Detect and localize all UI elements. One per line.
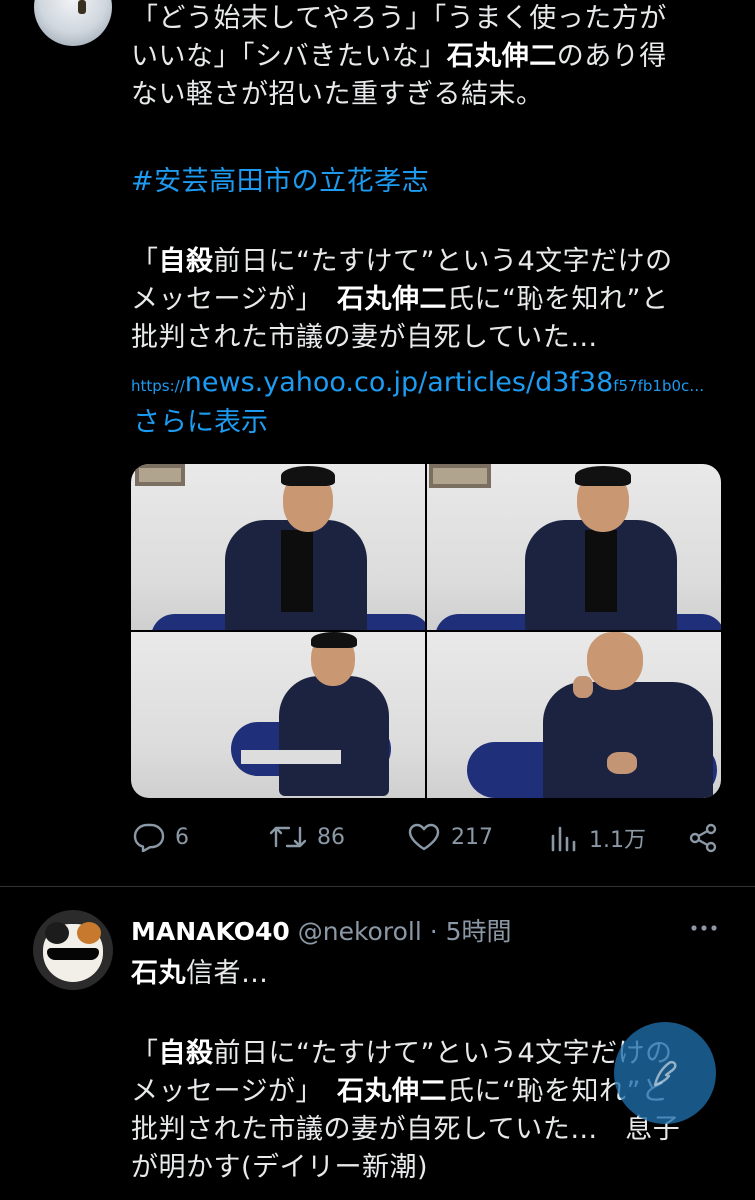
- person-body: [543, 682, 713, 798]
- tweet-line: ない軽さが招いた重すぎる結末。: [131, 79, 544, 110]
- more-icon[interactable]: [688, 918, 720, 938]
- hashtag-link[interactable]: #安芸高田市の立花孝志: [131, 163, 721, 201]
- person-hair: [281, 466, 335, 486]
- retweet-count: 86: [317, 824, 345, 850]
- reply-header: MANAKO40 @nekoroll · 5時間: [131, 912, 512, 948]
- like-button[interactable]: 217: [407, 822, 493, 852]
- headline-line: が明かす(デイリー新潮): [131, 1152, 429, 1183]
- person-hand: [573, 676, 593, 698]
- views-button[interactable]: 1.1万: [549, 822, 646, 854]
- tweet-text: 「どう始末してやろう」「うまく使った方が いいな」「シバきたいな」石丸伸二のあり…: [131, 0, 721, 114]
- person-hand: [607, 752, 637, 774]
- like-icon: [408, 823, 440, 851]
- reply-timestamp[interactable]: 5時間: [446, 917, 512, 946]
- person-hair: [311, 632, 357, 648]
- wall-poster: [429, 464, 491, 488]
- separator-dot: ·: [429, 917, 438, 946]
- photo-1[interactable]: [131, 464, 425, 630]
- link-scheme: https://: [131, 377, 185, 395]
- cat-patch-black: [45, 922, 69, 944]
- quoted-headline: 「自殺前日に“たすけて”という4文字だけの メッセージが」 石丸伸二氏に“恥を知…: [131, 243, 721, 357]
- headline-line: 批判された市議の妻が自死していた… 息子: [131, 1114, 681, 1145]
- views-icon: [551, 826, 576, 852]
- tweet-divider: [0, 886, 755, 887]
- retweet-icon: [269, 826, 307, 848]
- tweet-line: いいな」「シバきたいな」石丸伸二のあり得: [131, 41, 667, 72]
- reply-author-name[interactable]: MANAKO40: [131, 917, 290, 946]
- photo-3[interactable]: [131, 632, 425, 798]
- share-icon: [689, 823, 717, 853]
- reply-text: 石丸信者…: [131, 955, 721, 993]
- share-button[interactable]: [687, 822, 719, 854]
- views-count: 1.1万: [589, 828, 646, 853]
- like-count: 217: [451, 824, 493, 850]
- article-link[interactable]: https://news.yahoo.co.jp/articles/d3f38f…: [131, 367, 704, 398]
- wall-poster: [135, 464, 185, 486]
- show-more-link[interactable]: さらに表示: [133, 400, 268, 439]
- author-avatar[interactable]: [34, 0, 112, 46]
- tweet-actions: 6 86 217 1.1万: [131, 822, 731, 862]
- photo-4[interactable]: [427, 632, 721, 798]
- headline-line: メッセージが」 石丸伸二氏に“恥を知れ”と: [131, 284, 669, 315]
- cat-patch-orange: [77, 922, 101, 944]
- person-head: [587, 632, 643, 690]
- reply-line: 石丸信者…: [131, 958, 269, 989]
- papers: [241, 750, 341, 764]
- person-body: [279, 676, 389, 796]
- reply-icon: [133, 823, 165, 852]
- photo-2[interactable]: [427, 464, 721, 630]
- person-shirt: [585, 530, 617, 612]
- reply-button[interactable]: 6: [133, 822, 189, 852]
- reply-count: 6: [175, 824, 189, 850]
- link-domain: news.yahoo.co.jp/articles/d3f38: [184, 367, 614, 398]
- reply-author-handle[interactable]: @nekoroll: [298, 917, 422, 946]
- avatar-figure: [78, 0, 86, 14]
- reply-avatar[interactable]: [33, 910, 113, 990]
- media-grid: [131, 464, 721, 798]
- person-hair: [575, 466, 631, 486]
- compose-button[interactable]: [614, 1022, 716, 1124]
- link-tail: f57fb1b0c…: [613, 377, 705, 395]
- compose-icon: [653, 1060, 677, 1087]
- cat-sunglasses: [47, 948, 99, 960]
- headline-line: 批判された市議の妻が自死していた…: [131, 322, 598, 353]
- headline-line: 「自殺前日に“たすけて”という4文字だけの: [131, 246, 673, 277]
- retweet-button[interactable]: 86: [269, 822, 345, 852]
- tweet-line: 「どう始末してやろう」「うまく使った方が: [131, 3, 667, 34]
- person-shirt: [281, 530, 313, 612]
